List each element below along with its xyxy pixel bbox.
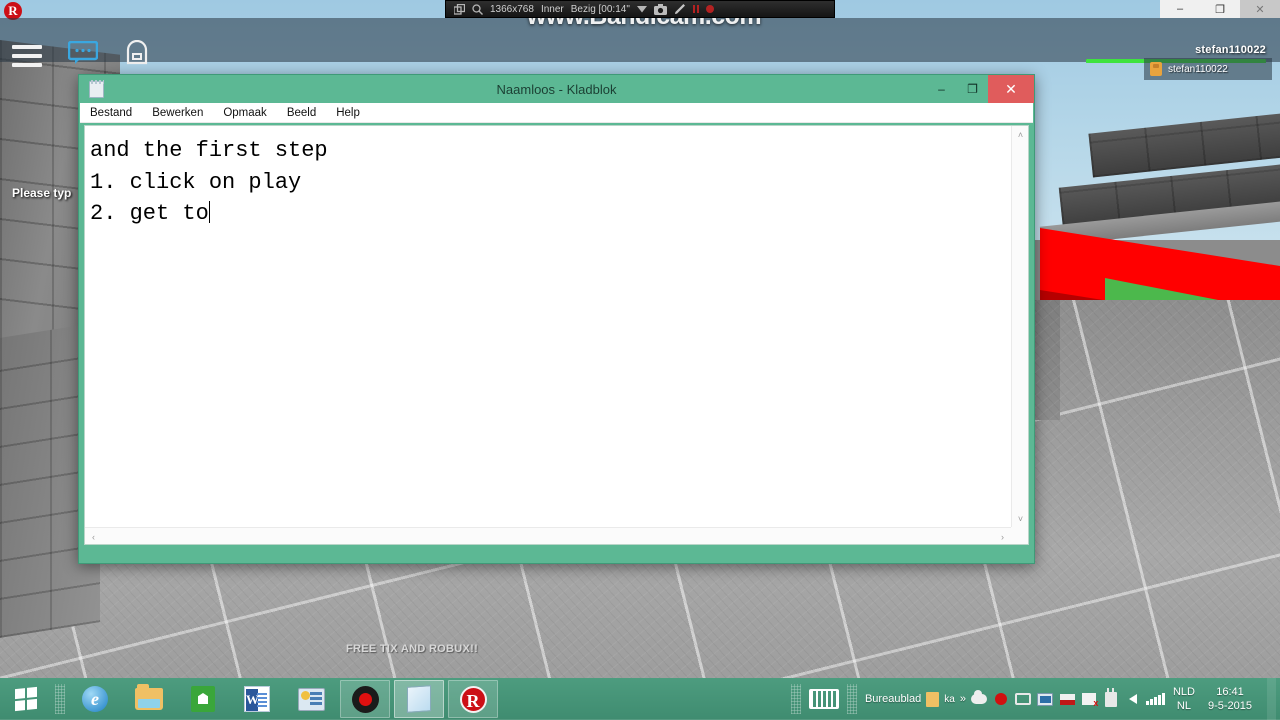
show-desktop-button[interactable] xyxy=(1267,678,1276,720)
roblox-taskbar-icon: R xyxy=(459,685,487,713)
bandicam-mode: Inner xyxy=(540,3,564,15)
taskbar-item-notepad[interactable] xyxy=(394,680,444,718)
record-icon[interactable] xyxy=(705,5,714,13)
chat-bubble-icon[interactable] xyxy=(67,40,99,70)
scroll-left-arrow[interactable]: ‹ xyxy=(85,528,102,544)
taskbar-item-microsoft-word[interactable] xyxy=(232,680,282,718)
player-list[interactable]: stefan110022 xyxy=(1144,58,1272,80)
language-indicator[interactable]: NLD NL xyxy=(1169,685,1199,713)
bandicam-toolbar[interactable]: 1366x768 Inner Bezig [00:14" xyxy=(445,0,835,18)
microsoft-word-icon xyxy=(244,686,270,712)
window-target-icon[interactable] xyxy=(454,3,465,15)
camera-icon[interactable] xyxy=(653,3,667,15)
desktop-toolbar-label[interactable]: Bureaublad xyxy=(865,693,921,705)
notepad-close-button[interactable]: ✕ xyxy=(988,75,1034,103)
taskbar-item-file-explorer[interactable] xyxy=(124,680,174,718)
player-list-name: stefan110022 xyxy=(1168,63,1228,75)
magnifier-icon[interactable] xyxy=(472,3,483,15)
windows-store-icon xyxy=(191,686,215,712)
internet-explorer-icon: e xyxy=(82,686,108,712)
please-type-label: Please typ xyxy=(12,186,72,200)
tray-grip-2[interactable] xyxy=(846,684,857,714)
taskbar-item-control-panel[interactable] xyxy=(286,680,336,718)
taskbar-item-windows-store[interactable] xyxy=(178,680,228,718)
touch-keyboard-icon[interactable] xyxy=(808,689,839,709)
host-minimize-button[interactable]: – xyxy=(1160,0,1200,18)
menu-item-bewerken[interactable]: Bewerken xyxy=(150,107,205,119)
scroll-up-arrow[interactable]: ˄ xyxy=(1012,126,1028,143)
free-tix-banner: FREE TIX AND ROBUX!! xyxy=(346,643,479,655)
notepad-text-content[interactable]: and the first step 1. click on play 2. g… xyxy=(88,129,1009,525)
bandicam-icon xyxy=(351,685,379,713)
player-username: stefan110022 xyxy=(1195,44,1266,56)
notepad-taskbar-icon xyxy=(407,685,431,713)
notepad-maximize-button[interactable]: ❐ xyxy=(957,75,988,103)
taskbar-item-bandicam[interactable] xyxy=(340,680,390,718)
clock-date: 9-5-2015 xyxy=(1207,700,1252,712)
player-list-item[interactable]: stefan110022 xyxy=(1150,62,1266,76)
language-bottom: NL xyxy=(1176,700,1191,712)
pause-icon[interactable] xyxy=(692,5,699,13)
menu-item-help[interactable]: Help xyxy=(334,107,362,119)
desktop-toolbar-file-icon[interactable] xyxy=(926,691,940,707)
notepad-title: Naamloos - Kladblok xyxy=(496,81,617,97)
volume-icon[interactable] xyxy=(1125,691,1142,708)
notepad-text-area-container[interactable]: and the first step 1. click on play 2. g… xyxy=(84,125,1029,545)
taskbar[interactable]: e R Bureaublad ka » xyxy=(0,678,1280,720)
network-error-icon[interactable] xyxy=(1081,691,1098,708)
control-panel-icon xyxy=(297,687,325,711)
pencil-icon[interactable] xyxy=(674,3,686,15)
file-explorer-icon xyxy=(135,684,163,710)
notepad-titlebar[interactable]: Naamloos - Kladblok – ❐ ✕ xyxy=(79,75,1034,103)
taskbar-item-roblox[interactable]: R xyxy=(448,680,498,718)
clock-time: 16:41 xyxy=(1216,686,1244,698)
notepad-icon xyxy=(89,80,104,98)
hamburger-menu-icon[interactable] xyxy=(12,44,42,67)
menu-item-beeld[interactable]: Beeld xyxy=(285,107,318,119)
vertical-scrollbar[interactable]: ˄ ˅ xyxy=(1011,126,1028,527)
onedrive-icon[interactable] xyxy=(971,690,988,708)
dropbox-icon[interactable] xyxy=(1059,691,1076,708)
text-caret xyxy=(208,201,210,224)
windows-logo-icon xyxy=(15,686,37,712)
clock[interactable]: 16:41 9-5-2015 xyxy=(1204,685,1259,713)
tray-grip-1[interactable] xyxy=(790,684,801,714)
notepad-window-controls[interactable]: – ❐ ✕ xyxy=(926,75,1034,103)
display-icon[interactable] xyxy=(1015,691,1032,708)
bandicam-status: Bezig [00:14" xyxy=(570,3,630,15)
menu-item-bestand[interactable]: Bestand xyxy=(88,107,134,119)
remote-desktop-icon[interactable] xyxy=(1037,691,1054,708)
taskbar-item-internet-explorer[interactable]: e xyxy=(70,680,120,718)
scroll-right-arrow[interactable]: › xyxy=(994,528,1011,544)
horizontal-scrollbar[interactable]: ‹ › xyxy=(85,527,1011,544)
notepad-minimize-button[interactable]: – xyxy=(926,75,957,103)
bandicam-recording-icon[interactable] xyxy=(993,691,1010,708)
dropdown-caret-icon[interactable] xyxy=(636,5,647,13)
language-top: NLD xyxy=(1172,686,1195,698)
start-button[interactable] xyxy=(0,678,52,720)
tray-overflow-chevron[interactable]: » xyxy=(960,693,966,705)
signal-bars-icon[interactable] xyxy=(1146,691,1165,708)
menu-item-opmaak[interactable]: Opmaak xyxy=(221,107,268,119)
player-avatar-icon xyxy=(1150,62,1162,76)
backpack-icon[interactable] xyxy=(124,39,150,71)
notepad-menubar[interactable]: Bestand Bewerken Opmaak Beeld Help xyxy=(80,103,1033,123)
taskbar-grip[interactable] xyxy=(55,684,65,714)
system-tray[interactable]: Bureaublad ka » NLD NL 16:41 9-5-2015 xyxy=(788,678,1280,720)
usb-eject-icon[interactable] xyxy=(1103,687,1120,708)
notepad-window[interactable]: Naamloos - Kladblok – ❐ ✕ Bestand Bewerk… xyxy=(78,74,1035,564)
resize-grip[interactable] xyxy=(1011,527,1028,544)
scroll-down-arrow[interactable]: ˅ xyxy=(1012,510,1028,527)
host-window-controls[interactable]: – ❐ ✕ xyxy=(1160,0,1280,18)
host-restore-button[interactable]: ❐ xyxy=(1200,0,1240,18)
host-close-button[interactable]: ✕ xyxy=(1240,0,1280,18)
bandicam-resolution: 1366x768 xyxy=(490,3,534,15)
desktop-toolbar-item-label[interactable]: ka xyxy=(944,694,955,705)
